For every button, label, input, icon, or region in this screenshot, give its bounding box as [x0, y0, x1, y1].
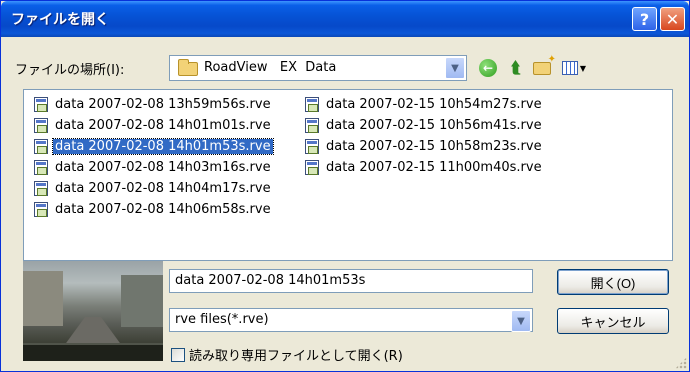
rve-file-icon — [305, 160, 319, 175]
up-folder-icon[interactable]: ⮬ — [505, 57, 527, 79]
file-item[interactable]: data 2007-02-08 14h03m16s.rve — [34, 157, 276, 178]
preview-building-left — [23, 271, 63, 326]
rve-file-icon — [34, 139, 48, 154]
resize-grip-icon[interactable] — [675, 357, 687, 369]
rve-file-icon — [34, 202, 48, 217]
file-item[interactable]: data 2007-02-08 14h04m17s.rve — [34, 178, 276, 199]
open-button[interactable]: 開く(O) — [557, 269, 669, 295]
file-type-value: rve files(*.rve) — [175, 312, 269, 327]
chevron-down-icon[interactable]: ▼ — [511, 310, 531, 332]
back-arrow-icon: ← — [479, 59, 497, 77]
file-type-dropdown[interactable]: rve files(*.rve) ▼ — [169, 308, 533, 332]
file-item[interactable]: data 2007-02-15 11h00m40s.rve — [305, 157, 547, 178]
dialog-title: ファイルを開く — [11, 12, 109, 28]
file-item[interactable]: data 2007-02-15 10h54m27s.rve — [305, 94, 547, 115]
back-button[interactable]: ← — [477, 57, 499, 79]
rve-file-icon — [305, 139, 319, 154]
file-item[interactable]: data 2007-02-15 10h56m41s.rve — [305, 115, 547, 136]
folder-icon — [178, 59, 198, 76]
view-menu-button[interactable]: ▼ — [559, 57, 589, 79]
preview-dashboard — [23, 343, 163, 361]
view-dropdown-arrow-icon: ▼ — [579, 63, 587, 73]
help-button[interactable]: ? — [632, 7, 657, 31]
file-name-input[interactable]: data 2007-02-08 14h01m53s — [169, 269, 533, 293]
look-in-label: ファイルの場所(I): — [15, 63, 125, 78]
read-only-option[interactable]: 読み取り専用ファイルとして開く(R) — [171, 345, 403, 364]
rve-file-icon — [34, 160, 48, 175]
rve-file-icon — [305, 118, 319, 133]
title-bar[interactable]: ファイルを開く ? ✕ — [1, 1, 689, 37]
rve-file-icon — [305, 97, 319, 112]
file-item[interactable]: data 2007-02-08 13h59m56s.rve — [34, 94, 276, 115]
read-only-label: 読み取り専用ファイルとして開く(R) — [189, 349, 403, 364]
file-item[interactable]: data 2007-02-08 14h01m01s.rve — [34, 115, 276, 136]
new-folder-button[interactable] — [531, 54, 556, 79]
file-item-selected[interactable]: data 2007-02-08 14h01m53s.rve — [34, 136, 276, 157]
rve-file-icon — [34, 181, 48, 196]
look-in-dropdown[interactable]: RoadView EX Data ▼ — [169, 55, 467, 81]
file-item[interactable]: data 2007-02-15 10h58m23s.rve — [305, 136, 547, 157]
file-list[interactable]: data 2007-02-08 13h59m56s.rve data 2007-… — [23, 89, 673, 261]
look-in-value: RoadView EX Data — [204, 60, 337, 75]
preview-building-right — [121, 275, 163, 327]
view-menu-icon — [561, 61, 578, 75]
open-file-dialog: ファイルを開く ? ✕ ファイルの場所(I): RoadView EX Data… — [0, 0, 690, 372]
rve-file-icon — [34, 97, 48, 112]
cancel-button[interactable]: キャンセル — [557, 308, 669, 334]
chevron-down-icon[interactable]: ▼ — [445, 57, 465, 79]
video-preview-thumbnail — [23, 261, 163, 361]
file-item[interactable]: data 2007-02-08 14h06m58s.rve — [34, 199, 276, 220]
rve-file-icon — [34, 118, 48, 133]
file-column-2: data 2007-02-15 10h54m27s.rve data 2007-… — [305, 94, 547, 178]
read-only-checkbox[interactable] — [171, 347, 185, 362]
close-button[interactable]: ✕ — [660, 7, 685, 31]
file-column-1: data 2007-02-08 13h59m56s.rve data 2007-… — [34, 94, 276, 220]
new-folder-icon — [533, 54, 556, 75]
